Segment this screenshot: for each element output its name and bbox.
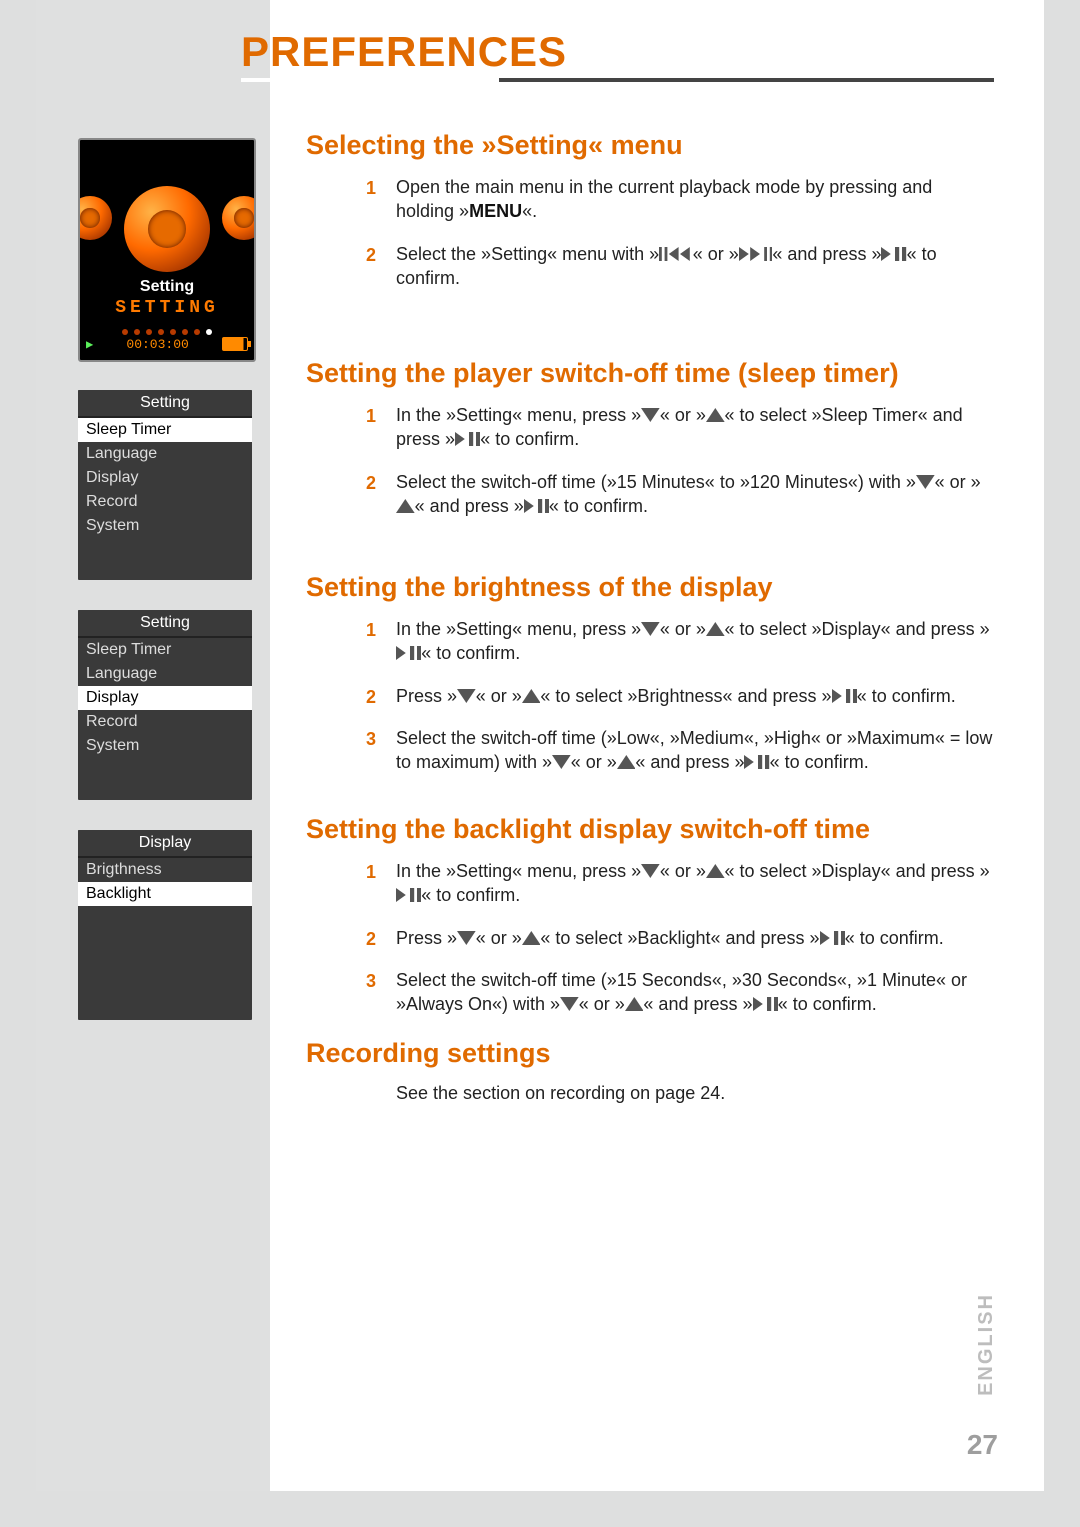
- play-icon: ▶: [86, 337, 93, 352]
- instruction-step: 2 Press »« or »« to select »Backlight« a…: [306, 926, 994, 950]
- play-pause-icon: [396, 888, 421, 902]
- down-triangle-icon: [641, 622, 660, 636]
- play-pause-icon: [820, 931, 845, 945]
- mini-menu-item: Sleep Timer: [78, 638, 252, 662]
- mini-menu-item: Language: [78, 442, 252, 466]
- instruction-step: 1 In the »Setting« menu, press »« or »« …: [306, 403, 994, 452]
- language-tab: ENGLISH: [975, 1293, 998, 1396]
- prev-track-icon: [659, 247, 693, 261]
- page-title: PREFERENCES: [241, 28, 994, 76]
- down-triangle-icon: [457, 689, 476, 703]
- mini-menu-item: Language: [78, 662, 252, 686]
- down-triangle-icon: [457, 931, 476, 945]
- gear-icon: [124, 186, 210, 272]
- title-underline: [241, 78, 994, 82]
- section-sleep-timer: Setting the player switch-off time (slee…: [306, 358, 994, 536]
- instruction-step: 2 Select the switch-off time (»15 Minute…: [306, 470, 994, 519]
- mini-menu-item: Display: [78, 466, 252, 490]
- mini-menu-item: Sleep Timer: [78, 418, 252, 442]
- mini-menu-header: Display: [78, 830, 252, 858]
- down-triangle-icon: [916, 475, 935, 489]
- mini-menu-item: System: [78, 734, 252, 758]
- page-number: 27: [967, 1429, 998, 1460]
- device-label-big: SETTING: [80, 298, 254, 318]
- instruction-step: 2 Select the »Setting« menu with »« or »…: [306, 242, 994, 291]
- device-label-small: Setting: [80, 278, 254, 296]
- section-heading: Setting the player switch-off time (slee…: [306, 358, 994, 389]
- section-heading: Setting the brightness of the display: [306, 572, 994, 603]
- section-heading: Setting the backlight display switch-off…: [306, 814, 994, 845]
- up-triangle-icon: [522, 931, 541, 945]
- instruction-step: 1 Open the main menu in the current play…: [306, 175, 994, 224]
- mini-menu-header: Setting: [78, 610, 252, 638]
- up-triangle-icon: [706, 622, 725, 636]
- section-heading: Recording settings: [306, 1038, 994, 1069]
- mini-menu-display-backlight: Display Brigthness Backlight: [78, 830, 252, 1020]
- instruction-step: 2 Press »« or »« to select »Brightness« …: [306, 684, 994, 708]
- battery-icon: [222, 337, 248, 351]
- down-triangle-icon: [641, 408, 660, 422]
- next-track-icon: [739, 247, 773, 261]
- play-pause-icon: [753, 997, 778, 1011]
- device-screenshot-setting: Setting SETTING ▶ 00:03:00: [78, 138, 256, 362]
- play-pause-icon: [524, 499, 549, 513]
- section-heading: Selecting the »Setting« menu: [306, 130, 994, 161]
- up-triangle-icon: [706, 864, 725, 878]
- play-pause-icon: [744, 755, 769, 769]
- mini-menu-header: Setting: [78, 390, 252, 418]
- device-time: 00:03:00: [126, 337, 188, 352]
- section-backlight: Setting the backlight display switch-off…: [306, 814, 994, 1034]
- gear-icon: [78, 196, 112, 240]
- section-select-setting-menu: Selecting the »Setting« menu 1 Open the …: [306, 130, 994, 308]
- instruction-step: 1 In the »Setting« menu, press »« or »« …: [306, 617, 994, 666]
- instruction-step: 3 Select the switch-off time (»Low«, »Me…: [306, 726, 994, 775]
- instruction-step: 3 Select the switch-off time (»15 Second…: [306, 968, 994, 1017]
- gear-icon: [222, 196, 256, 240]
- play-pause-icon: [881, 247, 906, 261]
- mini-menu-item: Record: [78, 710, 252, 734]
- play-pause-icon: [396, 646, 421, 660]
- instruction-step: 1 In the »Setting« menu, press »« or »« …: [306, 859, 994, 908]
- mini-menu-item: Display: [78, 686, 252, 710]
- up-triangle-icon: [522, 689, 541, 703]
- up-triangle-icon: [396, 499, 415, 513]
- mini-menu-item: Brigthness: [78, 858, 252, 882]
- section-recording-settings: Recording settings See the section on re…: [306, 1038, 994, 1104]
- down-triangle-icon: [641, 864, 660, 878]
- up-triangle-icon: [706, 408, 725, 422]
- play-pause-icon: [455, 432, 480, 446]
- mini-menu-item: Record: [78, 490, 252, 514]
- mini-menu-item: Backlight: [78, 882, 252, 906]
- section-text: See the section on recording on page 24.: [306, 1083, 994, 1104]
- down-triangle-icon: [552, 755, 571, 769]
- mini-menu-item: System: [78, 514, 252, 538]
- section-brightness: Setting the brightness of the display 1 …: [306, 572, 994, 792]
- play-pause-icon: [832, 689, 857, 703]
- down-triangle-icon: [560, 997, 579, 1011]
- mini-menu-setting-display: Setting Sleep Timer Language Display Rec…: [78, 610, 252, 800]
- up-triangle-icon: [617, 755, 636, 769]
- mini-menu-setting-sleep: Setting Sleep Timer Language Display Rec…: [78, 390, 252, 580]
- up-triangle-icon: [625, 997, 644, 1011]
